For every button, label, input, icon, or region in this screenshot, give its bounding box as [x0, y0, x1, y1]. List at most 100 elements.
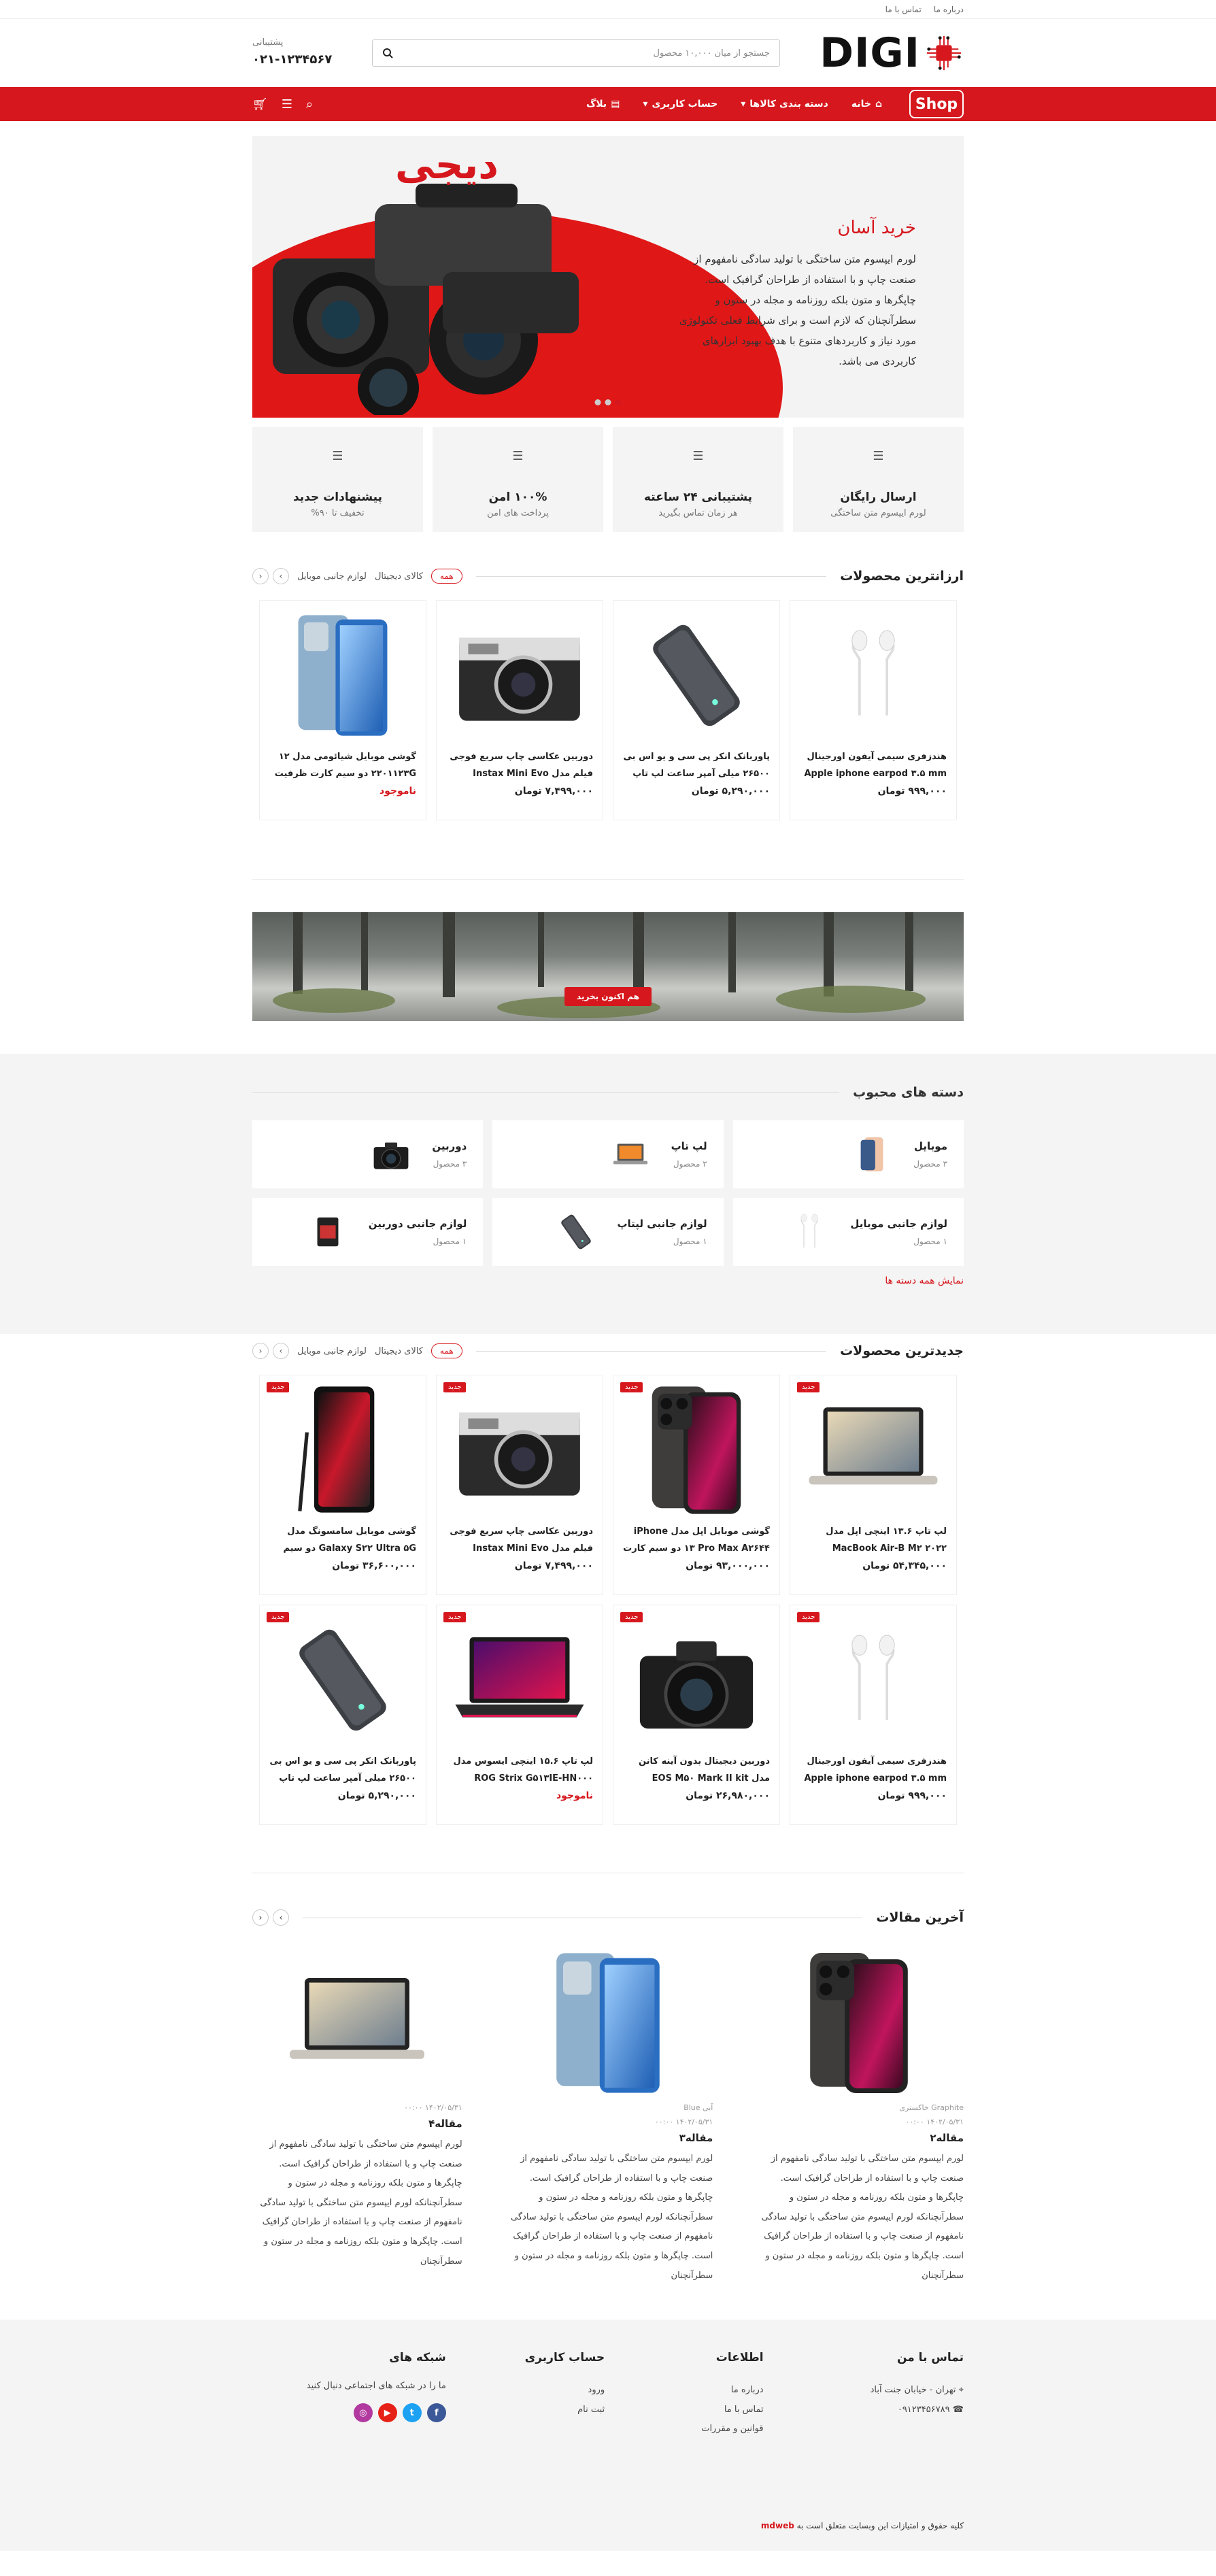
about-link[interactable]: درباره ما: [934, 5, 964, 14]
slider-dot[interactable]: [594, 399, 601, 405]
all-categories-link[interactable]: نمایش همه دسته ها: [252, 1275, 964, 1286]
facebook-icon[interactable]: f: [426, 2403, 446, 2423]
nav-categories[interactable]: دسته بندی کالاها ▾: [741, 99, 828, 110]
footer-link[interactable]: ورود: [467, 2381, 605, 2401]
chevron-left-icon[interactable]: ‹: [252, 1909, 269, 1926]
promo-banner[interactable]: هم اکنون بخرید: [252, 912, 964, 1021]
galaxy-product-image[interactable]: [269, 1382, 416, 1518]
product-name[interactable]: لپ تاپ ۱۵.۶ اینچی ایسوس مدل ROG Strix G۵…: [446, 1754, 593, 1789]
earpods-product-image[interactable]: [800, 607, 947, 743]
product-card[interactable]: جدید گوشی موبایل سامسونگ مدل Galaxy S۲۲ U…: [259, 1375, 426, 1595]
slider-dot[interactable]: [605, 399, 611, 405]
chevron-right-icon[interactable]: ›: [273, 1909, 289, 1926]
instax-product-image[interactable]: [446, 607, 593, 743]
search-input[interactable]: جستجو از میان ۱۰,۰۰۰ محصول: [654, 48, 770, 58]
slider-dots[interactable]: [594, 399, 622, 405]
chevron-right-icon[interactable]: ›: [273, 1343, 289, 1359]
product-card[interactable]: جدید لپ تاپ ۱۵.۶ اینچی ایسوس مدل ROG Stri…: [436, 1605, 603, 1825]
instax-product-image[interactable]: [446, 1382, 593, 1518]
youtube-icon[interactable]: ▶: [377, 2403, 397, 2423]
category-card[interactable]: موبایل ۳ محصول: [732, 1120, 964, 1188]
product-card[interactable]: جدید دوربین عکاسی چاپ سریع فوجی فیلم مدل …: [436, 1375, 603, 1595]
product-name[interactable]: دوربین عکاسی چاپ سریع فوجی فیلم مدل Inst…: [446, 1524, 593, 1559]
camera-product-image[interactable]: [623, 1612, 770, 1748]
search-icon[interactable]: ⌕: [306, 97, 313, 112]
filter-all[interactable]: همه: [430, 1343, 462, 1358]
product-card[interactable]: جدید هندزفری سیمی آیفون اورجینال Apple ip…: [790, 1605, 957, 1825]
article-title[interactable]: مقاله۴: [252, 2118, 462, 2130]
product-name[interactable]: دوربین عکاسی چاپ سریع فوجی فیلم مدل Inst…: [446, 749, 593, 784]
shop-now-button[interactable]: هم اکنون بخرید: [564, 987, 652, 1006]
product-name[interactable]: پاوربانک انکر پی سی و یو اس بی ۲۶۵۰۰ میل…: [623, 749, 770, 784]
search-icon[interactable]: [382, 48, 393, 58]
product-name[interactable]: گوشی موبایل سامسونگ مدل Galaxy S۲۲ Ultra…: [269, 1524, 416, 1559]
product-name[interactable]: گوشی موبایل شیائومی مدل ۱۲ ۲۲۰۱۱۲۳G دو س…: [269, 749, 416, 784]
shop-logo[interactable]: Shop: [909, 90, 964, 118]
category-name[interactable]: لپ تاپ: [671, 1140, 707, 1152]
product-card[interactable]: گوشی موبایل شیائومی مدل ۱۲ ۲۲۰۱۱۲۳G دو س…: [259, 600, 426, 820]
article-title[interactable]: مقاله۲: [754, 2132, 964, 2144]
product-name[interactable]: لپ تاپ ۱۳.۶ اینچی اپل مدل MacBook Air-B …: [800, 1524, 947, 1559]
category-name[interactable]: لوازم جانبی موبایل: [850, 1218, 947, 1230]
footer-link[interactable]: تماس با ما: [625, 2401, 764, 2420]
support-phone[interactable]: ۰۲۱-۱۲۳۴۵۶۷: [252, 50, 332, 70]
product-card[interactable]: هندزفری سیمی آیفون اورجینال Apple iphone…: [790, 600, 957, 820]
nav-blog[interactable]: ▤ بلاگ: [586, 99, 620, 110]
product-name[interactable]: هندزفری سیمی آیفون اورجینال Apple iphone…: [800, 749, 947, 784]
filter-accessories[interactable]: لوازم جانبی موبایل: [297, 571, 367, 582]
xiaomi-product-image[interactable]: [269, 607, 416, 743]
category-name[interactable]: لوازم جانبی دوربین: [369, 1218, 467, 1230]
category-name[interactable]: دوربین: [432, 1140, 467, 1152]
copyright-brand[interactable]: mdweb: [761, 2521, 794, 2530]
product-card[interactable]: جدید دوربین دیجیتال بدون آینه کانن مدل EO…: [613, 1605, 780, 1825]
powerbank-product-image[interactable]: [269, 1612, 416, 1748]
nav-account[interactable]: حساب کاربری ▾: [643, 99, 717, 110]
category-card[interactable]: لوازم جانبی لپتاپ ۱ محصول: [492, 1198, 724, 1266]
iphone-product-image[interactable]: [623, 1382, 770, 1518]
product-card[interactable]: دوربین عکاسی چاپ سریع فوجی فیلم مدل Inst…: [436, 600, 603, 820]
article-card[interactable]: آبی Blue ۱۴۰۲/۰۵/۳۱ ۰۰:۰۰ مقاله۳ لورم ایپسو…: [503, 1948, 713, 2286]
search-box[interactable]: جستجو از میان ۱۰,۰۰۰ محصول: [371, 39, 780, 67]
filter-accessories[interactable]: لوازم جانبی موبایل: [297, 1346, 367, 1356]
menu-icon[interactable]: ☰: [282, 97, 292, 112]
chevron-left-icon[interactable]: ‹: [252, 568, 269, 584]
product-name[interactable]: گوشی موبایل اپل مدل iPhone ۱۳ Pro Max A۲…: [623, 1524, 770, 1559]
powerbank-product-image[interactable]: [623, 607, 770, 743]
site-logo[interactable]: DIGI: [820, 29, 964, 77]
article-card[interactable]: ۱۴۰۲/۰۵/۳۱ ۰۰:۰۰ مقاله۴ لورم ایپسوم متن سا…: [252, 1948, 462, 2286]
product-card[interactable]: جدید لپ تاپ ۱۳.۶ اینچی اپل مدل MacBook Ai…: [790, 1375, 957, 1595]
macbook-product-image[interactable]: [800, 1382, 947, 1518]
filter-all[interactable]: همه: [430, 569, 462, 584]
xiaomi-article-image[interactable]: [503, 1948, 713, 2098]
product-name[interactable]: دوربین دیجیتال بدون آینه کانن مدل EOS M۵…: [623, 1754, 770, 1789]
category-name[interactable]: لوازم جانبی لپتاپ: [617, 1218, 707, 1230]
product-card[interactable]: پاوربانک انکر پی سی و یو اس بی ۲۶۵۰۰ میل…: [613, 600, 780, 820]
instagram-icon[interactable]: ◎: [353, 2403, 373, 2423]
article-title[interactable]: مقاله۳: [503, 2132, 713, 2144]
macbook-article-image[interactable]: [252, 1948, 462, 2098]
footer-link[interactable]: قوانین و مقررات: [625, 2420, 763, 2439]
product-card[interactable]: جدید گوشی موبایل اپل مدل iPhone ۱۳ Pro Ma…: [613, 1375, 780, 1595]
rog-product-image[interactable]: [446, 1612, 593, 1748]
hero-slider[interactable]: دیجی خرید آسان لورم ایپسوم متن ساختگی با…: [252, 136, 964, 418]
product-card[interactable]: جدید پاوربانک انکر پی سی و یو اس بی ۲۶۵۰۰…: [259, 1605, 426, 1825]
filter-digital[interactable]: کالای دیجیتال: [375, 1346, 423, 1356]
category-name[interactable]: موبایل: [913, 1140, 947, 1152]
iphone-article-image[interactable]: [754, 1948, 964, 2098]
phone[interactable]: ☎ ۰۹۱۲۳۴۵۶۷۸۹: [784, 2401, 964, 2420]
footer-link[interactable]: ثبت نام: [467, 2401, 605, 2420]
article-card[interactable]: Graphite خاکستری ۱۴۰۲/۰۵/۳۱ ۰۰:۰۰ مقاله۲ لو…: [754, 1948, 964, 2286]
slider-dot[interactable]: [615, 399, 622, 405]
product-name[interactable]: پاوربانک انکر پی سی و یو اس بی ۲۶۵۰۰ میل…: [269, 1754, 416, 1789]
twitter-icon[interactable]: t: [402, 2403, 422, 2423]
nav-home[interactable]: ⌂ خانه: [851, 99, 882, 110]
product-name[interactable]: هندزفری سیمی آیفون اورجینال Apple iphone…: [800, 1754, 947, 1789]
footer-link[interactable]: درباره ما: [625, 2381, 764, 2401]
earpods-product-image[interactable]: [800, 1612, 947, 1748]
category-card[interactable]: دوربین ۳ محصول: [252, 1120, 484, 1188]
contact-link[interactable]: تماس با ما: [885, 5, 922, 14]
chevron-left-icon[interactable]: ‹: [252, 1343, 269, 1359]
category-card[interactable]: لوازم جانبی دوربین ۱ محصول: [252, 1198, 484, 1266]
category-card[interactable]: لوازم جانبی موبایل ۱ محصول: [732, 1198, 964, 1266]
filter-digital[interactable]: کالای دیجیتال: [375, 571, 423, 582]
